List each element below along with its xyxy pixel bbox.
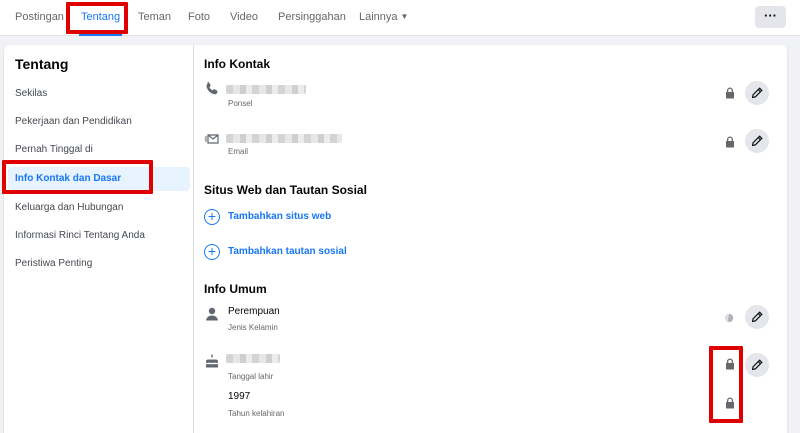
tab-foto[interactable]: Foto xyxy=(188,0,210,36)
lock-icon[interactable] xyxy=(725,136,735,148)
caret-down-icon: ▼ xyxy=(400,12,409,21)
sidebar-item-keluarga-hubungan[interactable]: Keluarga dan Hubungan xyxy=(8,196,190,220)
sidebar-item-informasi-rinci[interactable]: Informasi Rinci Tentang Anda xyxy=(8,224,190,248)
lock-icon[interactable] xyxy=(725,87,735,99)
pencil-icon xyxy=(751,87,763,99)
add-website-label: Tambahkan situs web xyxy=(228,211,332,222)
tab-teman[interactable]: Teman xyxy=(138,0,171,36)
birthday-label: Tanggal lahir xyxy=(228,372,274,381)
about-sidebar: Tentang Sekilas Pekerjaan dan Pendidikan… xyxy=(4,45,194,433)
sidebar-title: Tentang xyxy=(15,56,69,72)
email-label: Email xyxy=(228,147,249,156)
sidebar-item-info-kontak-dasar[interactable]: Info Kontak dan Dasar xyxy=(8,167,190,191)
plus-circle-icon: + xyxy=(204,209,220,225)
plus-circle-icon: + xyxy=(204,244,220,260)
edit-birthday-button[interactable] xyxy=(745,353,769,377)
section-title-basic-info: Info Umum xyxy=(204,282,267,296)
email-value-blurred xyxy=(226,134,342,143)
edit-email-button[interactable] xyxy=(745,129,769,153)
add-social-link-label: Tambahkan tautan sosial xyxy=(228,246,347,257)
envelope-icon xyxy=(204,130,220,146)
person-icon xyxy=(204,306,220,322)
pencil-icon xyxy=(751,311,763,323)
tab-persinggahan[interactable]: Persinggahan xyxy=(278,0,346,36)
tab-video[interactable]: Video xyxy=(230,0,258,36)
sidebar-item-pernah-tinggal[interactable]: Pernah Tinggal di xyxy=(8,138,190,162)
phone-label: Ponsel xyxy=(228,99,253,108)
add-social-link-button[interactable]: + Tambahkan tautan sosial xyxy=(204,244,404,262)
tab-postingan[interactable]: Postingan xyxy=(15,0,64,36)
globe-icon[interactable] xyxy=(724,312,736,324)
sidebar-item-sekilas[interactable]: Sekilas xyxy=(8,82,190,106)
more-options-button[interactable]: ··· xyxy=(755,6,786,28)
add-website-button[interactable]: + Tambahkan situs web xyxy=(204,209,404,227)
lock-icon[interactable] xyxy=(725,358,735,370)
section-title-contact: Info Kontak xyxy=(204,57,270,71)
profile-tab-bar: Postingan Tentang Teman Foto Video Persi… xyxy=(0,0,800,36)
about-content: Info Kontak Ponsel Email Situs Web dan T… xyxy=(195,45,787,433)
tab-lainnya[interactable]: Lainnya ▼ xyxy=(359,0,408,36)
gender-label: Jenis Kelamin xyxy=(228,323,278,332)
gender-value: Perempuan xyxy=(228,306,280,317)
about-card: Tentang Sekilas Pekerjaan dan Pendidikan… xyxy=(4,45,787,433)
sidebar-item-peristiwa-penting[interactable]: Peristiwa Penting xyxy=(8,252,190,276)
phone-value-blurred xyxy=(226,85,306,94)
pencil-icon xyxy=(751,359,763,371)
phone-icon xyxy=(204,81,220,97)
tab-lainnya-label: Lainnya xyxy=(359,11,398,23)
birth-year-value: 1997 xyxy=(228,391,251,402)
birthday-cake-icon xyxy=(204,353,220,369)
lock-icon[interactable] xyxy=(725,397,735,409)
edit-gender-button[interactable] xyxy=(745,305,769,329)
section-title-social: Situs Web dan Tautan Sosial xyxy=(204,183,367,197)
sidebar-item-pekerjaan-pendidikan[interactable]: Pekerjaan dan Pendidikan xyxy=(8,110,190,134)
birth-year-label: Tahun kelahiran xyxy=(228,409,285,418)
edit-phone-button[interactable] xyxy=(745,81,769,105)
tab-tentang[interactable]: Tentang xyxy=(78,0,123,36)
pencil-icon xyxy=(751,135,763,147)
birthday-value-blurred xyxy=(226,354,280,363)
